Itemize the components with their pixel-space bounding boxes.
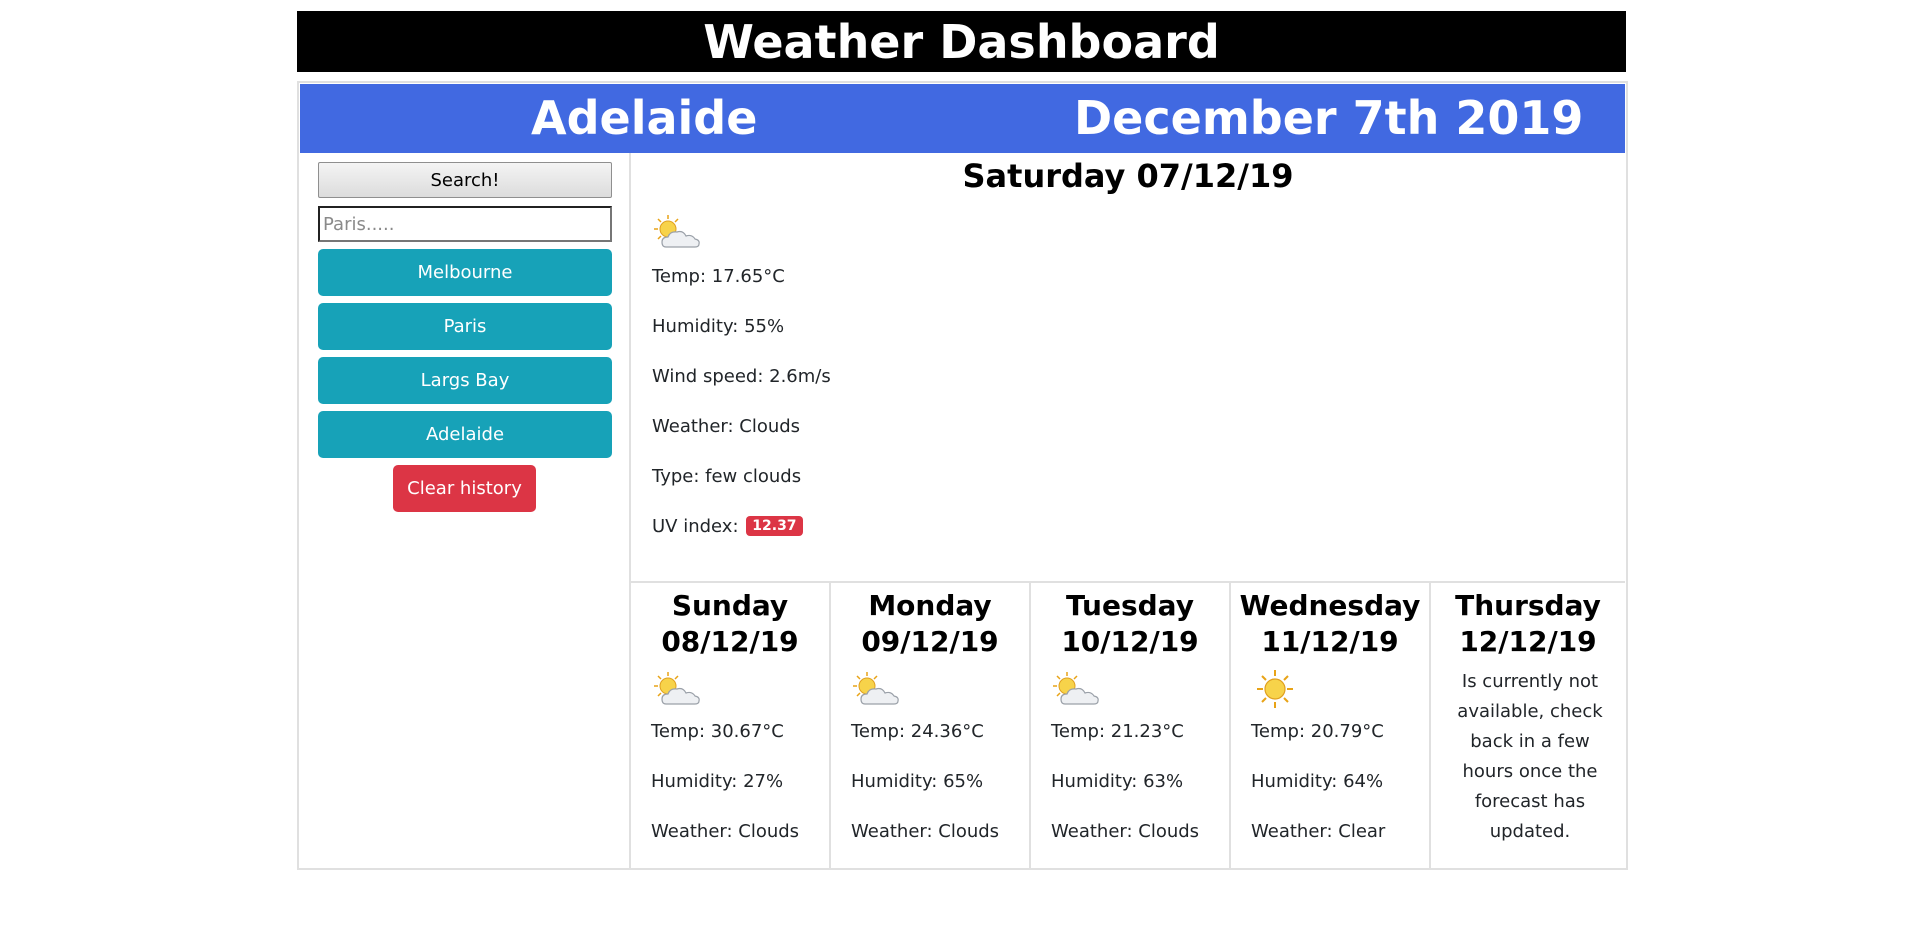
history-button-adelaide[interactable]: Adelaide [318, 411, 612, 458]
current-city: Adelaide [531, 91, 758, 145]
history-button-paris[interactable]: Paris [318, 303, 612, 350]
forecast-card-thursday: Thursday 12/12/19 Is currently not avail… [1431, 583, 1625, 869]
forecast-temp: Temp: 21.23°C [1051, 721, 1184, 742]
forecast-date: 09/12/19 [861, 625, 999, 658]
search-button[interactable]: Search! [318, 162, 612, 198]
few-clouds-icon [853, 672, 899, 705]
today-uv: UV index: 12.37 [652, 516, 803, 537]
forecast-day: Monday [868, 589, 992, 622]
forecast-temp: Temp: 24.36°C [851, 721, 984, 742]
forecast-humidity: Humidity: 27% [651, 771, 784, 792]
forecast-date: 10/12/19 [1061, 625, 1199, 658]
today-weather: Weather: Clouds [652, 416, 801, 437]
forecast-weather: Weather: Clouds [1051, 821, 1200, 842]
forecast-weather: Weather: Clear [1251, 821, 1386, 842]
forecast-humidity: Humidity: 64% [1251, 771, 1384, 792]
forecast-date: 11/12/19 [1261, 625, 1399, 658]
forecast-date: 12/12/19 [1459, 625, 1597, 658]
forecast-unavailable-message: Is currently not available, check back i… [1457, 671, 1603, 842]
few-clouds-icon [1053, 672, 1099, 705]
forecast-day: Sunday [671, 589, 789, 622]
today-title: Saturday 07/12/19 [962, 157, 1294, 195]
forecast-day: Tuesday [1066, 589, 1194, 622]
forecast-day-heading: Wednesday 11/12/19 [1231, 588, 1429, 660]
dashboard-header: Weather Dashboard [297, 11, 1626, 72]
clear-history-button[interactable]: Clear history [393, 465, 536, 512]
forecast-temp: Temp: 30.67°C [651, 721, 784, 742]
forecast-temp: Temp: 20.79°C [1251, 721, 1384, 742]
today-humidity: Humidity: 55% [652, 316, 785, 337]
clear-sun-icon [1257, 670, 1293, 708]
today-wind: Wind speed: 2.6m/s [652, 366, 831, 387]
forecast-day-heading: Sunday 08/12/19 [631, 588, 829, 660]
page-title: Weather Dashboard [703, 14, 1220, 69]
uv-label: UV index: [652, 516, 739, 537]
location-bar: Adelaide December 7th 2019 [300, 84, 1625, 153]
forecast-weather: Weather: Clouds [651, 821, 800, 842]
today-type: Type: few clouds [652, 466, 802, 487]
forecast-card-monday: Monday 09/12/19 Temp: 24.36°C Humidity: … [831, 583, 1029, 869]
current-date: December 7th 2019 [1074, 91, 1584, 145]
history-button-melbourne[interactable]: Melbourne [318, 249, 612, 296]
forecast-day: Wednesday [1239, 589, 1421, 622]
forecast-card-sunday: Sunday 08/12/19 Temp: 30.67°C Humidity: … [631, 583, 829, 869]
history-button-largs-bay[interactable]: Largs Bay [318, 357, 612, 404]
forecast-card-wednesday: Wednesday 11/12/19 Temp: 20.79°C Humidit… [1231, 583, 1429, 869]
uv-badge: 12.37 [746, 516, 803, 536]
search-input[interactable] [318, 206, 612, 242]
forecast-humidity: Humidity: 63% [1051, 771, 1184, 792]
forecast-humidity: Humidity: 65% [851, 771, 984, 792]
forecast-card-tuesday: Tuesday 10/12/19 Temp: 21.23°C Humidity:… [1031, 583, 1229, 869]
forecast-day-heading: Monday 09/12/19 [831, 588, 1029, 660]
forecast-day-heading: Tuesday 10/12/19 [1031, 588, 1229, 660]
forecast-day: Thursday [1455, 589, 1601, 622]
forecast-date: 08/12/19 [661, 625, 799, 658]
today-temp: Temp: 17.65°C [652, 266, 785, 287]
forecast-day-heading: Thursday 12/12/19 [1431, 588, 1625, 660]
forecast-weather: Weather: Clouds [851, 821, 1000, 842]
few-clouds-icon [654, 672, 700, 705]
few-clouds-icon [654, 215, 700, 248]
